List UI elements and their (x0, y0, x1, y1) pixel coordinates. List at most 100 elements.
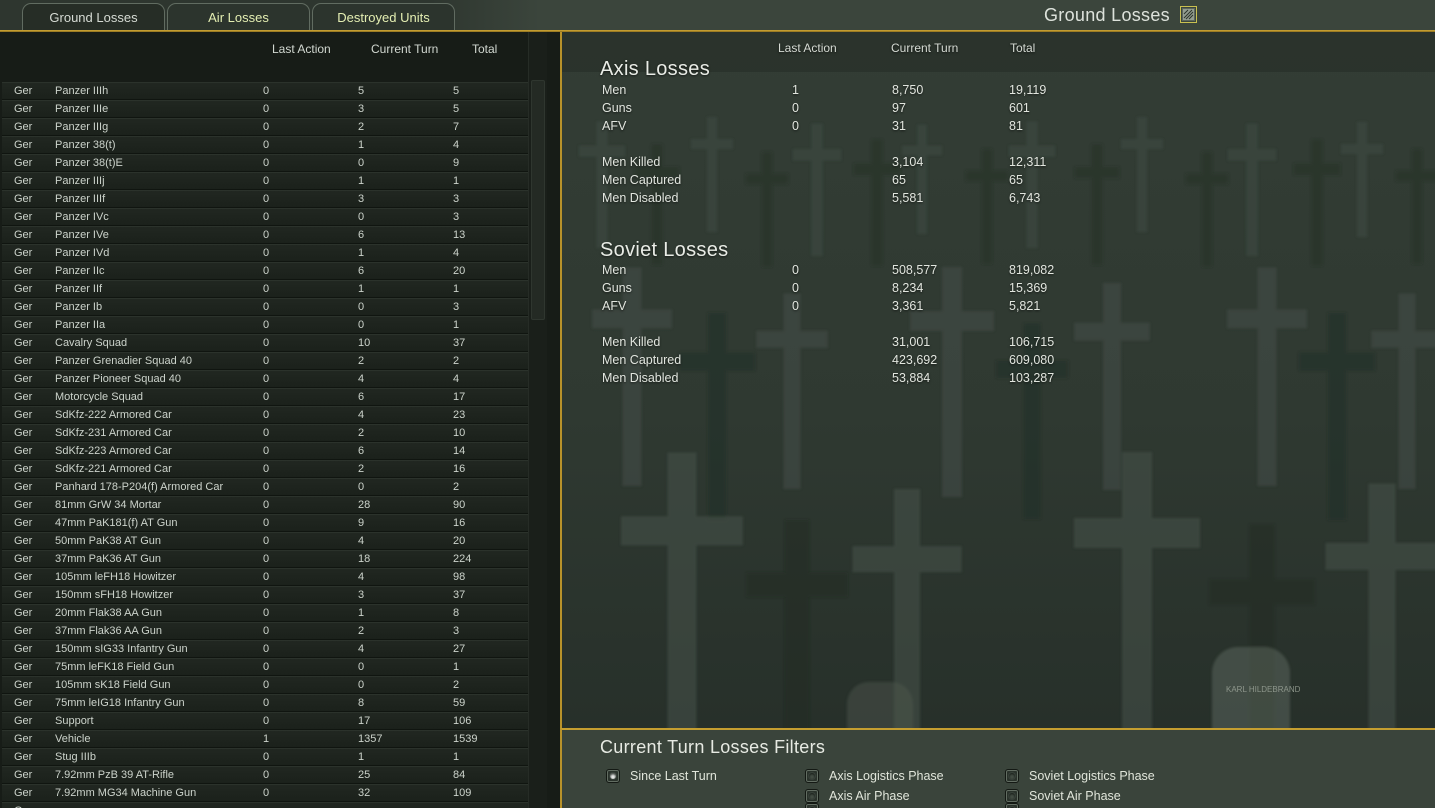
table-row: Ger Panzer IIIe 0 3 5 (2, 100, 530, 118)
summary-total: 609,080 (1009, 353, 1055, 367)
table-row: Ger 105mm leFH18 Howitzer 0 4 98 (2, 568, 530, 586)
row-last-action: 0 (263, 481, 270, 493)
row-nation: Ger (14, 697, 33, 709)
row-nation: Ger (14, 481, 33, 493)
checkbox-label: Axis Logistics Phase (829, 769, 944, 783)
row-last-action: 0 (263, 409, 270, 421)
row-last-action: 0 (263, 517, 270, 529)
scrollbar[interactable] (528, 32, 547, 808)
summary-label: Men Killed (602, 155, 661, 169)
summary-current-turn: 5,581 (892, 191, 924, 205)
row-total: 14 (453, 445, 466, 457)
row-total: 1 (453, 283, 460, 295)
row-total: 4 (453, 373, 460, 385)
row-total: 20 (453, 535, 466, 547)
row-current-turn: 4 (358, 409, 365, 421)
since-last-turn-radio[interactable] (606, 769, 620, 783)
summary-last-action: 0 (792, 119, 799, 133)
axis-detail-row: Men Disabled 5,581 6,743 (562, 191, 1435, 209)
row-unit-name: 37mm PaK36 AT Gun (55, 553, 161, 565)
table-row: Ger SdKfz-221 Armored Car 0 2 16 (2, 460, 530, 478)
table-row: Ger Panzer Ib 0 0 3 (2, 298, 530, 316)
row-unit-name: Panzer IIIf (55, 193, 106, 205)
table-row: Ger Panzer IIc 0 6 20 (2, 262, 530, 280)
row-nation: Ger (14, 535, 33, 547)
row-last-action: 0 (263, 445, 270, 457)
table-row: Ger 150mm sFH18 Howitzer 0 3 37 (2, 586, 530, 604)
table-row: Ger Panzer IIIf 0 3 3 (2, 190, 530, 208)
summary-total: 19,119 (1009, 83, 1047, 97)
row-nation: Ger (14, 211, 33, 223)
axis-detail-row: Men Captured 65 65 (562, 173, 1435, 191)
row-nation: Ger (14, 445, 33, 457)
table-row: Ger 7.92mm MG34 Machine Gun 0 32 109 (2, 784, 530, 802)
row-total: 3 (453, 625, 460, 637)
row-last-action: 0 (263, 625, 270, 637)
row-last-action: 0 (263, 697, 270, 709)
row-last-action: 1 (263, 733, 270, 745)
scrollbar-thumb[interactable] (531, 80, 545, 320)
summary-last-action: 0 (792, 299, 799, 313)
checkbox-soviet-logistics-phase[interactable] (1005, 769, 1019, 783)
tab-ground-losses[interactable]: Ground Losses (22, 3, 165, 30)
row-total: 10 (453, 427, 466, 439)
filters-panel: Current Turn Losses Filters Since Last T… (560, 728, 1435, 808)
checkbox-label: Soviet Air Phase (1029, 789, 1121, 803)
summary-label: Guns (602, 101, 632, 115)
row-current-turn: 6 (358, 229, 365, 241)
row-total: 3 (453, 193, 460, 205)
row-current-turn: 6 (358, 445, 365, 457)
row-last-action: 0 (263, 157, 270, 169)
row-current-turn: 2 (358, 463, 365, 475)
row-nation: Ger (14, 409, 33, 421)
soviet-detail-row: Men Killed 31,001 106,715 (562, 335, 1435, 353)
row-total: 3 (453, 301, 460, 313)
row-nation: Ger (14, 589, 33, 601)
row-total: 4 (453, 139, 460, 151)
partial-checkbox[interactable] (1005, 803, 1019, 808)
row-unit-name: 105mm leFH18 Howitzer (55, 571, 177, 583)
row-current-turn: 18 (358, 553, 371, 565)
column-header-total: Total (472, 42, 498, 56)
partial-checkbox[interactable] (805, 803, 819, 808)
row-total: 20 (453, 265, 466, 277)
row-nation: Ger (14, 661, 33, 673)
row-last-action: 0 (263, 373, 270, 385)
row-current-turn: 3 (358, 589, 365, 601)
checkbox-soviet-air-phase[interactable] (1005, 789, 1019, 803)
checkbox-axis-logistics-phase[interactable] (805, 769, 819, 783)
row-current-turn: 4 (358, 643, 365, 655)
row-nation: Ger (14, 803, 55, 808)
summary-label: AFV (602, 119, 627, 133)
filters-heading: Current Turn Losses Filters (600, 737, 826, 757)
tab-air-losses[interactable]: Air Losses (167, 3, 310, 30)
summary-last-action: 0 (792, 281, 799, 295)
table-row: Ger (2, 802, 530, 808)
row-last-action: 0 (263, 337, 270, 349)
table-row: Ger Support 0 17 106 (2, 712, 530, 730)
row-nation: Ger (14, 157, 33, 169)
row-unit-name: Panzer IIIg (55, 121, 109, 133)
row-last-action: 0 (263, 643, 270, 655)
row-unit-name: Panzer IVe (55, 229, 109, 241)
row-current-turn: 3 (358, 103, 365, 115)
row-last-action: 0 (263, 85, 270, 97)
checkbox-axis-air-phase[interactable] (805, 789, 819, 803)
row-last-action: 0 (263, 679, 270, 691)
gold-divider (0, 30, 1435, 32)
row-nation: Ger (14, 103, 33, 115)
row-nation: Ger (14, 625, 33, 637)
row-unit-name: 37mm Flak36 AA Gun (55, 625, 162, 637)
row-nation: Ger (14, 121, 33, 133)
row-nation: Ger (14, 463, 33, 475)
row-unit-name: Panhard 178-P204(f) Armored Car (55, 481, 224, 493)
row-last-action: 0 (263, 229, 270, 241)
summary-header-total: Total (1010, 41, 1036, 55)
tab-destroyed-units[interactable]: Destroyed Units (312, 3, 455, 30)
table-row: Ger Panzer 38(t) 0 1 4 (2, 136, 530, 154)
row-nation: Ger (14, 751, 33, 763)
report-notes-icon[interactable] (1180, 6, 1197, 23)
table-row: Ger Panzer 38(t)E 0 0 9 (2, 154, 530, 172)
summary-current-turn: 3,104 (892, 155, 924, 169)
axis-summary-row: Guns 0 97 601 (562, 101, 1435, 119)
